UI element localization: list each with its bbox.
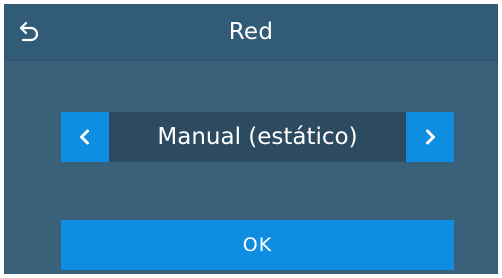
next-option-button[interactable] <box>406 112 454 162</box>
chevron-right-icon <box>426 129 435 145</box>
mode-selector: Manual (estático) <box>61 112 454 162</box>
selected-value: Manual (estático) <box>157 124 358 150</box>
ok-button[interactable]: OK <box>61 220 454 270</box>
back-button[interactable] <box>12 14 48 50</box>
header-bar: Red <box>4 4 498 61</box>
chevron-left-icon <box>80 129 89 145</box>
previous-option-button[interactable] <box>61 112 109 162</box>
screen: Red Manual (estático) OK <box>4 4 498 274</box>
page-title: Red <box>228 19 274 45</box>
back-arrow-icon <box>19 21 39 42</box>
